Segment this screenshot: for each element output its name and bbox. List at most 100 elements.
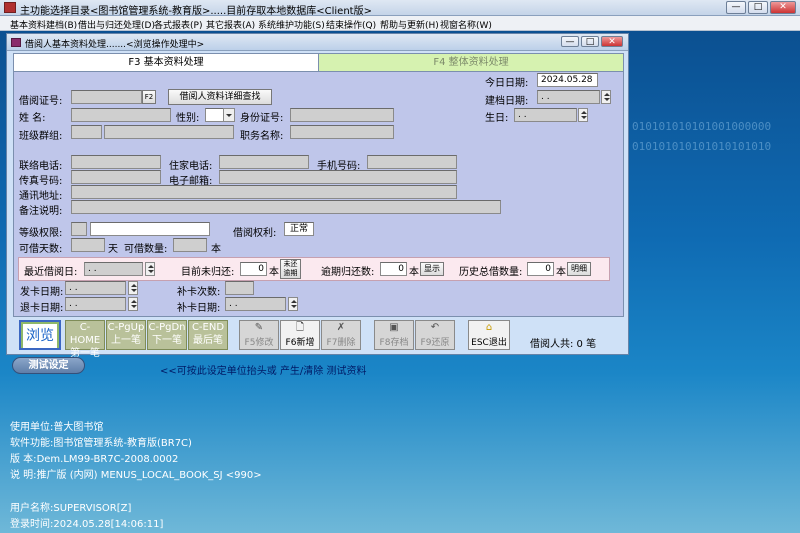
description-row: 说 明:推广版 (内网) MENUS_LOCAL_BOOK_SJ <990> <box>10 466 262 481</box>
email-input[interactable] <box>219 170 457 184</box>
history-total-label: 历史总借数量: <box>459 267 523 278</box>
chevron-down-icon[interactable] <box>223 108 235 122</box>
browse-label: 浏览 <box>23 324 57 348</box>
return-card-label: 退卡日期: <box>20 303 64 314</box>
browse-button[interactable]: 浏览 <box>19 320 61 350</box>
tab-basic-data[interactable]: F3 基本资料处理 <box>13 53 319 73</box>
binary-watermark-1: 010101010101001000000 <box>632 120 772 133</box>
unreturned-overdue-line2: 逾期 <box>283 269 298 277</box>
login-row: 登录时间:2024.05.28[14:06:11] <box>10 515 163 530</box>
unreturned-overdue-button[interactable]: 未还 逾期 <box>280 259 301 279</box>
issue-date-label: 发卡日期: <box>20 287 64 298</box>
prev-record-button[interactable]: C-PgUp 上一笔 <box>106 320 146 350</box>
menu-system-maintenance[interactable]: 系统维护功能(S) <box>258 18 325 31</box>
first-record-button[interactable]: C-HOME 第一笔 <box>65 320 105 359</box>
binary-watermark-2: 010101010101010101010 <box>632 140 772 153</box>
borrow-quantity-label: 可借数量: <box>124 244 168 255</box>
gender-select[interactable] <box>205 108 225 122</box>
undo-icon: ↶ <box>430 322 440 333</box>
reissue-date-spinner[interactable] <box>288 297 298 311</box>
window-icon <box>11 38 21 47</box>
exit-button[interactable]: ⌂ ESC退出 <box>468 320 510 350</box>
notes-input[interactable] <box>71 200 501 214</box>
fax-input[interactable] <box>71 170 161 184</box>
edit-icon: ✎ <box>254 322 264 333</box>
today-date-field: 2024.05.28 <box>537 73 598 87</box>
menu-other-reports[interactable]: 其它报表(A) <box>206 18 255 31</box>
tab-overall-data[interactable]: F4 整体资料处理 <box>318 53 624 72</box>
close-button[interactable]: ✕ <box>770 1 796 14</box>
add-button[interactable]: 🗋 F6新增 <box>280 320 320 350</box>
restore-label: F9还原 <box>420 338 450 348</box>
first-record-key: C-HOME <box>69 322 101 346</box>
menu-basic-data[interactable]: 基本资料建档(B) <box>10 18 77 31</box>
history-detail-button[interactable]: 明细 <box>567 262 591 276</box>
restore-button[interactable]: ↶ F9还原 <box>415 320 455 350</box>
menu-exit[interactable]: 结束操作(Q) <box>326 18 376 31</box>
return-card-spinner[interactable] <box>128 297 138 311</box>
menu-help-update[interactable]: 帮助与更新(H) <box>380 18 439 31</box>
borrow-right-label: 借阅权利: <box>233 228 277 239</box>
reissue-date-field[interactable]: . . <box>225 297 286 311</box>
borrower-window-title-bar: 借阅人基本资料处理.......<浏览操作处理中> — □ ✕ <box>7 34 628 51</box>
function-row: 软件功能:图书馆管理系统-教育版(BR7C) <box>10 434 192 449</box>
borrow-right-value: 正常 <box>284 222 314 236</box>
class-code-input[interactable] <box>71 125 102 139</box>
record-toolbar: 浏览 C-HOME 第一笔 C-PgUp 上一笔 C-PgDn 下一笔 C-END 最后… <box>13 318 624 359</box>
card-f2-button[interactable]: F2 <box>142 90 156 104</box>
exit-door-icon: ⌂ <box>485 322 493 333</box>
modify-button[interactable]: ✎ F5修改 <box>239 320 279 350</box>
minimize-button[interactable]: — <box>726 1 746 14</box>
idcard-label: 身份证号: <box>240 113 284 124</box>
child-minimize-button[interactable]: — <box>561 36 579 47</box>
description-value: 推广版 (内网) MENUS_LOCAL_BOOK_SJ <990> <box>36 470 262 481</box>
test-hint-text: <<可按此设定单位抬头或 产生/清除 测试资料 <box>160 366 367 377</box>
child-maximize-button[interactable]: □ <box>581 36 599 47</box>
position-input[interactable] <box>290 125 394 139</box>
mobile-input[interactable] <box>367 155 457 169</box>
menu-lend-return[interactable]: 借出与归还处理(D) <box>78 18 155 31</box>
issue-date-field[interactable]: . . <box>65 281 126 295</box>
created-date-spinner[interactable] <box>601 90 611 104</box>
borrower-count: 借阅人共: 0 笔 <box>530 339 597 350</box>
birthday-field[interactable]: . . <box>514 108 577 122</box>
created-date-field[interactable]: . . <box>537 90 600 104</box>
created-date-label: 建档日期: <box>485 96 529 107</box>
issue-date-spinner[interactable] <box>128 281 138 295</box>
delete-button[interactable]: ✗ F7删除 <box>321 320 361 350</box>
contact-phone-input[interactable] <box>71 155 161 169</box>
last-borrow-spinner[interactable] <box>145 262 155 276</box>
return-card-field[interactable]: . . <box>65 297 126 311</box>
card-number-input[interactable] <box>71 90 142 104</box>
user-row: 用户名称:SUPERVISOR[Z] <box>10 499 131 514</box>
level-code-input[interactable] <box>71 222 87 236</box>
maximize-button[interactable]: □ <box>748 1 768 14</box>
unreturned-unit: 本 <box>269 267 279 278</box>
address-input[interactable] <box>71 185 457 199</box>
idcard-input[interactable] <box>290 108 394 122</box>
test-settings-button[interactable]: 测试设定 <box>12 357 85 374</box>
menu-bar: 基本资料建档(B) 借出与归还处理(D) 各式报表(P) 其它报表(A) 系统维… <box>0 16 800 31</box>
overdue-returned-label: 逾期归还数: <box>321 267 375 278</box>
child-close-button[interactable]: ✕ <box>601 36 623 47</box>
home-phone-input[interactable] <box>219 155 309 169</box>
description-label: 说 明: <box>10 470 37 481</box>
save-button[interactable]: ▣ F8存档 <box>374 320 414 350</box>
main-title-bar: 主功能选择目录<图书馆管理系统-教育版>.....目前存取本地数据库<Clien… <box>0 0 800 17</box>
unit-row: 使用单位:普大图书馆 <box>10 418 103 433</box>
class-group-label: 班级群组: <box>19 131 63 142</box>
menu-window[interactable]: 视窗名称(W) <box>440 18 492 31</box>
version-label: 版 本: <box>10 454 37 465</box>
next-record-button[interactable]: C-PgDn 下一笔 <box>147 320 187 350</box>
last-record-button[interactable]: C-END 最后笔 <box>188 320 228 350</box>
birthday-spinner[interactable] <box>578 108 588 122</box>
save-label: F8存档 <box>379 338 409 348</box>
menu-reports[interactable]: 各式报表(P) <box>154 18 202 31</box>
overdue-show-button[interactable]: 显示 <box>420 262 444 276</box>
borrower-search-button[interactable]: 借阅人资料详细查找 <box>168 89 272 105</box>
name-input[interactable] <box>71 108 171 122</box>
birthday-label: 生日: <box>485 113 509 124</box>
function-label: 软件功能: <box>10 438 54 449</box>
card-number-label: 借阅证号: <box>19 96 63 107</box>
last-record-label: 最后笔 <box>193 335 223 346</box>
